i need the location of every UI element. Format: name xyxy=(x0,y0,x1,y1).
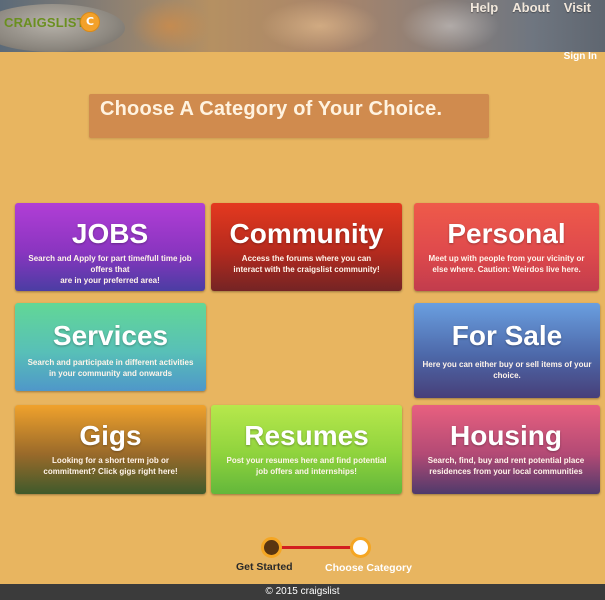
category-title: JOBS xyxy=(71,218,149,249)
nav-help-link[interactable]: Help xyxy=(470,0,498,16)
category-card-gigs[interactable]: Gigs Looking for a short term job or com… xyxy=(15,405,206,494)
top-nav: Help About Visit xyxy=(470,0,591,16)
step-get-started-dot[interactable] xyxy=(261,537,282,558)
category-description: Post your resumes here and find potentia… xyxy=(226,456,387,476)
category-card-personal[interactable]: Personal Meet up with people from your v… xyxy=(414,203,599,291)
category-title: Services xyxy=(52,320,169,351)
progress-connector xyxy=(280,546,360,549)
category-card-for-sale[interactable]: For Sale Here you can either buy or sell… xyxy=(414,303,600,398)
page-title: Choose A Category of Your Choice. xyxy=(100,98,443,120)
step-choose-category-dot[interactable] xyxy=(350,537,371,558)
logo-badge-icon: C xyxy=(80,12,100,32)
category-title: Gigs xyxy=(79,420,142,451)
category-title: Housing xyxy=(450,420,562,451)
category-title: Resumes xyxy=(244,420,369,451)
nav-about-link[interactable]: About xyxy=(512,0,550,16)
footer: © 2015 craigslist xyxy=(0,584,605,600)
category-card-housing[interactable]: Housing Search, find, buy and rent poten… xyxy=(412,405,600,494)
category-card-resumes[interactable]: Resumes Post your resumes here and find … xyxy=(211,405,402,494)
header-banner: CRAIGSLIST C Help About Visit xyxy=(0,0,605,52)
category-description: Looking for a short term job or commitme… xyxy=(43,456,178,476)
craigslist-logo[interactable]: CRAIGSLIST xyxy=(4,15,85,30)
category-card-jobs[interactable]: JOBS Search and Apply for part time/full… xyxy=(15,203,205,291)
category-description: Meet up with people from your vicinity o… xyxy=(428,254,585,274)
category-card-community[interactable]: Community Access the forums where you ca… xyxy=(211,203,402,291)
category-title: For Sale xyxy=(451,320,563,351)
category-description: Search, find, buy and rent potential pla… xyxy=(427,456,585,476)
copyright-text: © 2015 craigslist xyxy=(265,586,340,597)
category-description: Search and participate in different acti… xyxy=(27,358,194,378)
category-title: Community xyxy=(229,218,384,249)
category-description: Here you can either buy or sell items of… xyxy=(422,360,592,380)
category-title: Personal xyxy=(447,218,566,249)
category-description: Search and Apply for part time/full time… xyxy=(28,254,192,285)
nav-visit-link[interactable]: Visit xyxy=(564,0,591,16)
step-choose-category-label: Choose Category xyxy=(325,562,412,574)
step-get-started-label: Get Started xyxy=(236,561,293,573)
banner-background xyxy=(130,0,210,52)
page-title-box: Choose A Category of Your Choice. xyxy=(89,94,489,138)
category-description: Access the forums where you can interact… xyxy=(233,254,380,274)
category-card-services[interactable]: Services Search and participate in diffe… xyxy=(15,303,206,391)
sign-in-link[interactable]: Sign In xyxy=(564,51,597,62)
